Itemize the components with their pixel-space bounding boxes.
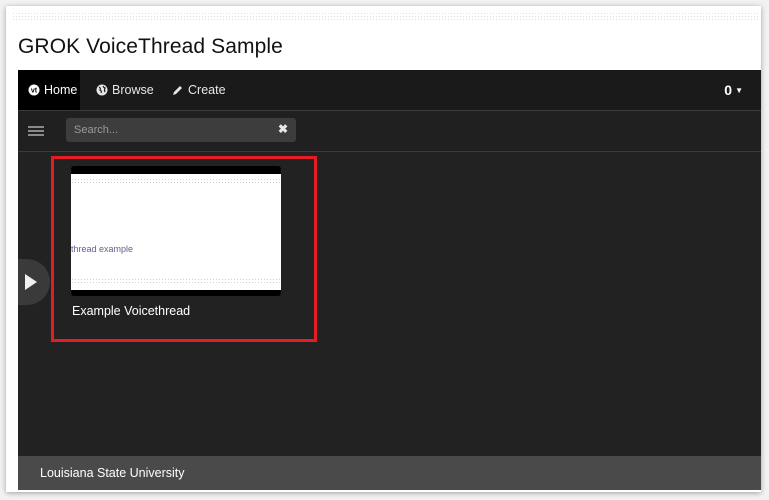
thumbnail-decoration-top xyxy=(71,178,281,183)
nav-home-label: Home xyxy=(44,83,78,97)
voicethread-logo-icon: vt xyxy=(28,84,40,96)
thread-title[interactable]: Example Voicethread xyxy=(72,304,190,318)
thread-card[interactable]: thread example Example Voicethread xyxy=(71,166,283,326)
top-decoration xyxy=(12,12,760,20)
nav-create-label: Create xyxy=(188,83,226,97)
footer: Louisiana State University xyxy=(18,456,761,490)
globe-icon xyxy=(96,84,108,96)
nav-create[interactable]: Create xyxy=(171,70,226,110)
thumbnail-text: thread example xyxy=(71,244,134,254)
search-input[interactable] xyxy=(66,118,282,142)
nav-home[interactable]: vt Home xyxy=(18,70,80,110)
search-box: ✖ xyxy=(66,118,296,142)
notification-count: 0 xyxy=(724,82,733,98)
close-icon[interactable]: ✖ xyxy=(278,122,288,136)
play-icon xyxy=(25,274,37,290)
thumbnail-slide: thread example xyxy=(71,174,281,290)
svg-text:vt: vt xyxy=(31,88,38,95)
toolbar: ✖ xyxy=(18,111,761,152)
thumbnail-decoration-bottom xyxy=(71,278,281,283)
nav-browse-label: Browse xyxy=(112,83,154,97)
play-button[interactable] xyxy=(18,259,50,305)
page-title: GROK VoiceThread Sample xyxy=(18,35,283,58)
navbar: vt Home Browse Create 0 ▼ xyxy=(18,70,761,111)
pencil-icon xyxy=(171,84,184,97)
notifications-dropdown[interactable]: 0 ▼ xyxy=(724,70,743,110)
thread-thumbnail[interactable]: thread example xyxy=(71,166,281,296)
nav-browse[interactable]: Browse xyxy=(96,70,154,110)
voicethread-app: vt Home Browse Create 0 ▼ ✖ xyxy=(18,70,761,456)
footer-text: Louisiana State University xyxy=(40,466,185,480)
chevron-down-icon: ▼ xyxy=(735,85,743,95)
hamburger-menu-icon[interactable] xyxy=(28,126,44,136)
